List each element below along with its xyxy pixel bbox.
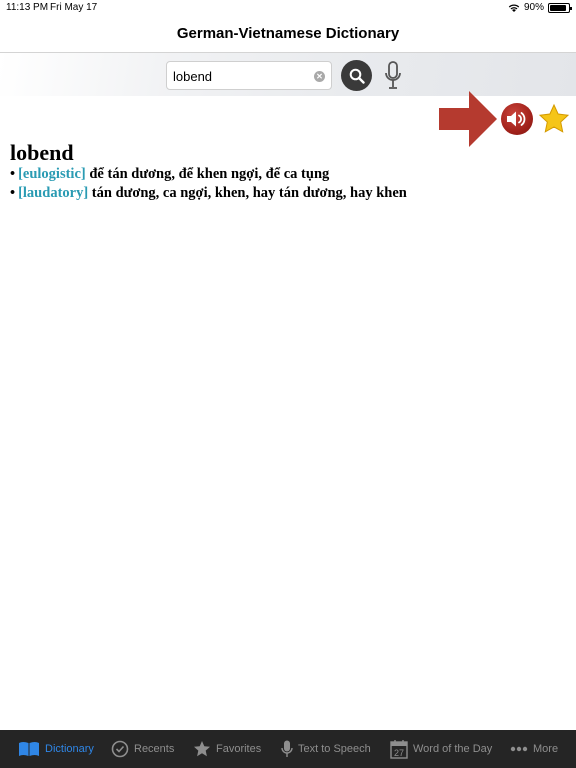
search-input[interactable] [173,67,308,85]
headword: lobend [10,140,74,165]
wifi-icon [508,4,520,12]
search-area: ✕ [0,53,576,96]
sense-tag: [laudatory] [18,185,89,201]
tab-dictionary[interactable]: Dictionary [18,730,94,768]
battery-percent: 90% [523,2,544,13]
tab-recents[interactable]: Recents [111,730,174,768]
tab-label: Favorites [216,743,262,755]
tab-label: Word of the Day [413,743,493,755]
clear-icon[interactable]: ✕ [314,71,325,82]
sense-item: • [eulogistic] để tán dương, để khen ngợi… [10,165,570,184]
sense-meaning: tán dương, ca ngợi, khen, hay tán dương,… [91,185,407,201]
sense-item: • [laudatory] tán dương, ca ngợi, khen, h… [10,184,570,203]
sense-tag: [eulogistic] [18,166,86,182]
tab-more[interactable]: More [510,730,558,768]
tab-favorites[interactable]: Favorites [193,730,261,768]
more-dots-icon [510,746,528,752]
tab-label: Text to Speech [298,743,371,755]
tab-label: Recents [134,743,175,755]
status-date: Fri May 17 [50,2,98,13]
bullet: • [10,166,16,182]
calendar-icon: 27 [390,740,408,759]
tab-bar: Dictionary Recents Favorites Text to Spe… [0,730,576,768]
tab-label: Dictionary [45,743,94,755]
status-indicators: 90% [508,2,572,13]
battery-icon [548,2,572,13]
tab-label: More [533,743,559,755]
search-button[interactable] [341,60,372,91]
bullet: • [10,185,16,201]
search-field[interactable]: ✕ [166,61,332,90]
favorite-star-button[interactable] [538,103,570,135]
star-icon [194,741,210,757]
search-icon [349,68,365,84]
dictionary-entry: lobend • [eulogistic] để tán dương, để kh… [10,141,570,203]
nav-bar: German-Vietnamese Dictionary [0,16,576,53]
microphone-button[interactable] [383,61,403,91]
arrow-right-icon [439,91,497,147]
sense-meaning: để tán dương, để khen ngợi, để ca tụng [89,166,330,182]
speaker-button[interactable] [501,103,533,135]
status-bar: 11:13 PM Fri May 17 90% [0,0,576,16]
page-title: German-Vietnamese Dictionary [176,25,400,42]
microphone-icon [281,740,293,757]
battery-fill [550,4,567,11]
tab-word-of-the-day[interactable]: 27 Word of the Day [390,730,492,768]
book-icon [19,742,39,756]
speaker-icon [507,111,526,127]
clock-check-icon [111,740,129,758]
calendar-day: 27 [394,748,404,758]
status-time: 11:13 PM [6,2,49,13]
tab-text-to-speech[interactable]: Text to Speech [281,730,371,768]
